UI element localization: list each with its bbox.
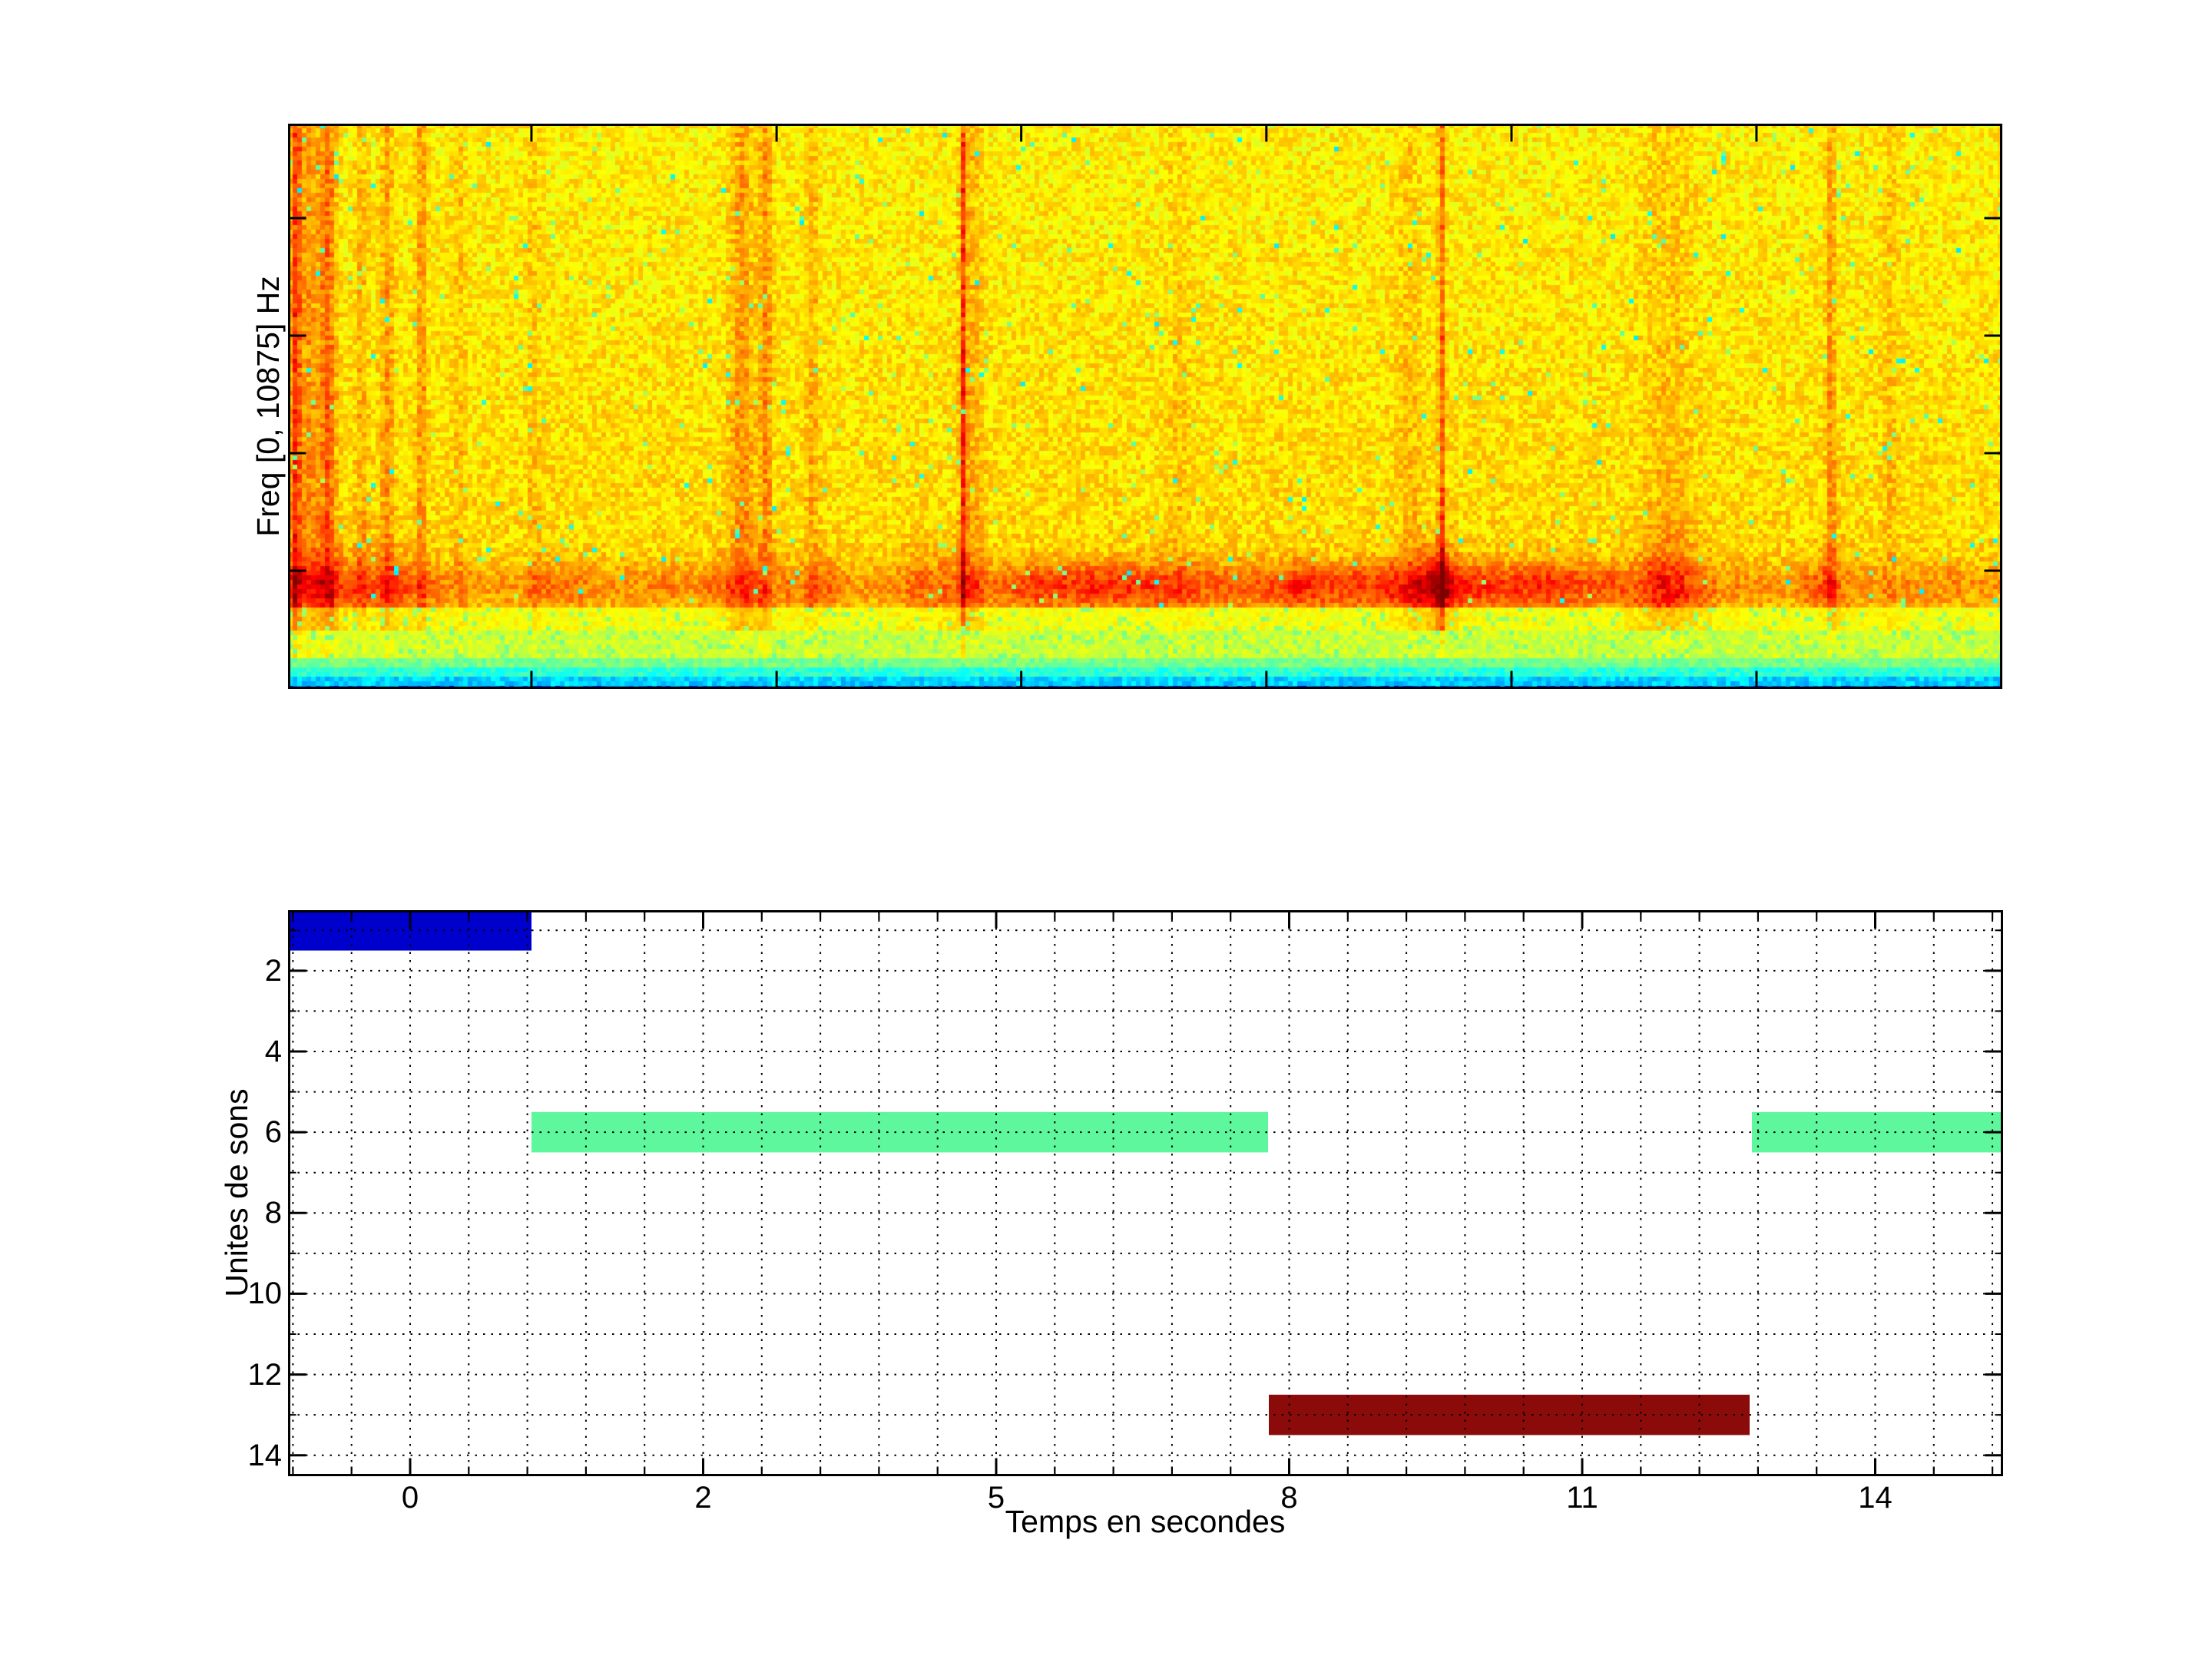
sound-unit-6-green-a — [531, 1112, 1268, 1153]
y-tick-label-8: 8 — [190, 1194, 282, 1231]
y-tick-label-10: 10 — [190, 1275, 282, 1312]
matlab-figure: Freq [0, 10875] Hz Unites de sons Temps … — [0, 0, 2212, 1659]
spectrogram-frame — [290, 125, 2002, 688]
x-tick-label-0: 0 — [333, 1481, 487, 1515]
activity-plot-background — [288, 910, 2003, 1476]
x-tick-label-14: 14 — [1799, 1481, 1952, 1515]
activity-xlabel: Temps en secondes — [800, 1504, 1491, 1540]
y-tick-label-4: 4 — [190, 1033, 282, 1070]
y-tick-label-6: 6 — [190, 1114, 282, 1151]
spectrogram-ylabel: Freq [0, 10875] Hz — [248, 22, 288, 790]
y-tick-label-12: 12 — [190, 1356, 282, 1393]
spectrogram-panel — [288, 124, 2002, 689]
x-tick-label-11: 11 — [1505, 1481, 1659, 1515]
x-tick-label-2: 2 — [627, 1481, 780, 1515]
x-tick-label-8: 8 — [1213, 1481, 1366, 1515]
spectrogram-axes-overlay — [288, 124, 2002, 689]
activity-chart — [288, 910, 2003, 1476]
x-tick-label-5: 5 — [919, 1481, 1073, 1515]
y-tick-label-14: 14 — [190, 1437, 282, 1474]
y-tick-label-2: 2 — [190, 952, 282, 989]
activity-panel — [288, 910, 2003, 1476]
